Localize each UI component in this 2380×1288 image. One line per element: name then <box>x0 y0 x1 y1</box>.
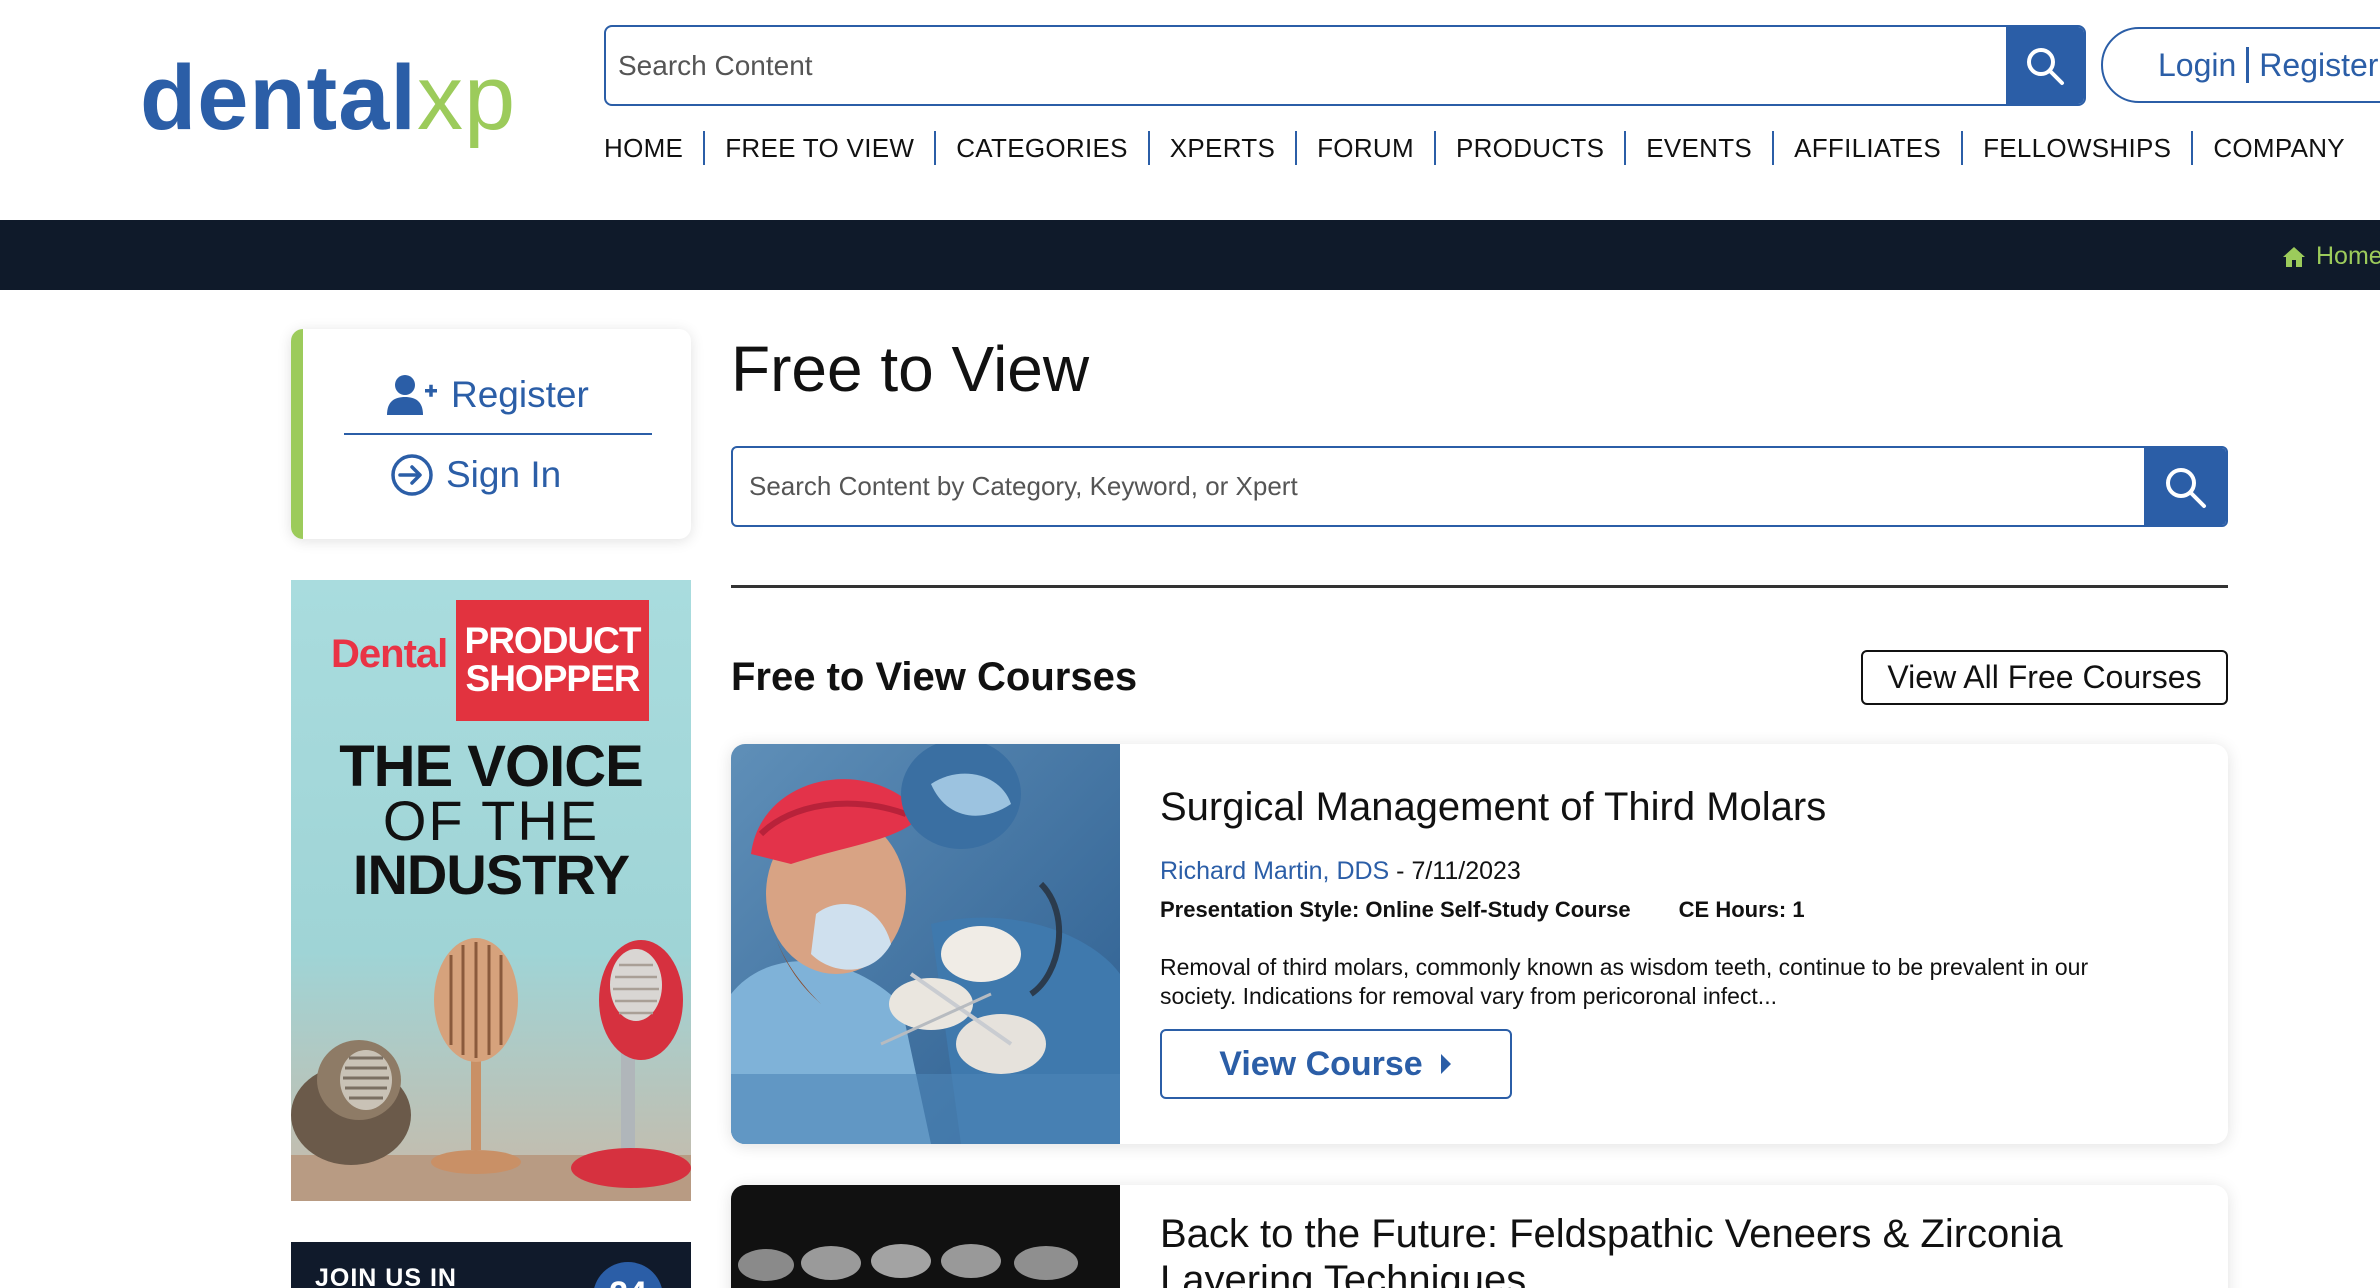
sign-in-label: Sign In <box>446 454 562 495</box>
breadcrumb-home[interactable]: Home <box>2316 242 2380 271</box>
breadcrumb[interactable]: Home <box>2282 242 2380 271</box>
content-search <box>731 446 2228 527</box>
course-title[interactable]: Back to the Future: Feldspathic Veneers … <box>1160 1211 2200 1288</box>
breadcrumb-bar <box>0 220 2380 290</box>
microphones-illustration <box>291 938 691 1201</box>
nav-fellowships[interactable]: FELLOWSHIPS <box>1983 133 2171 164</box>
view-course-button[interactable]: View Course <box>1160 1029 1512 1099</box>
course-date: - 7/11/2023 <box>1389 857 1521 885</box>
course-ce-hours: CE Hours: 1 <box>1678 897 1805 922</box>
caret-right-icon <box>1440 1054 1451 1074</box>
login-register-pill: Login Register <box>2101 27 2380 103</box>
view-all-free-courses-button[interactable]: View All Free Courses <box>1861 650 2228 705</box>
nav-company[interactable]: COMPANY <box>2213 133 2345 164</box>
view-course-label: View Course <box>1219 1044 1423 1083</box>
course-thumbnail[interactable] <box>731 1185 1120 1288</box>
header-search <box>604 25 2086 106</box>
site-logo[interactable]: dentalxp <box>140 52 516 144</box>
nav-categories[interactable]: CATEGORIES <box>956 133 1128 164</box>
surgery-photo <box>731 744 1120 1144</box>
home-icon <box>2283 246 2305 267</box>
course-presentation-style: Presentation Style: Online Self-Study Co… <box>1160 897 1631 922</box>
course-title[interactable]: Surgical Management of Third Molars <box>1160 784 2200 830</box>
search-icon <box>2027 47 2064 85</box>
nav-divider <box>1772 131 1775 165</box>
nav-free-to-view[interactable]: FREE TO VIEW <box>725 133 914 164</box>
course-card: Surgical Management of Third Molars Rich… <box>731 744 2228 1144</box>
header-search-button[interactable] <box>2006 27 2084 104</box>
register-label: Register <box>451 374 589 415</box>
nav-divider <box>1624 131 1627 165</box>
nav-products[interactable]: PRODUCTS <box>1456 133 1604 164</box>
sign-in-button[interactable]: Sign In <box>390 453 561 497</box>
section-divider <box>731 585 2228 588</box>
register-link[interactable]: Register <box>2259 47 2378 84</box>
event-ad[interactable]: JOIN US IN 24 <box>291 1242 691 1288</box>
nav-divider <box>934 131 937 165</box>
course-author-link[interactable]: Richard Martin, DDS <box>1160 857 1389 885</box>
course-author-line: Richard Martin, DDS - 7/11/2023 <box>1160 857 1521 886</box>
nav-events[interactable]: EVENTS <box>1646 133 1752 164</box>
auth-divider <box>344 433 652 435</box>
header-search-input[interactable] <box>606 27 2006 104</box>
section-title: Free to View Courses <box>731 655 1138 699</box>
nav-divider <box>2191 131 2194 165</box>
course-thumbnail[interactable] <box>731 744 1120 1144</box>
product-shopper-ad[interactable]: Dental PRODUCT SHOPPER THE VOICE OF THE … <box>291 580 691 1201</box>
login-divider <box>2246 47 2250 83</box>
course-meta: Presentation Style: Online Self-Study Co… <box>1160 897 1805 923</box>
nav-home[interactable]: HOME <box>604 133 683 164</box>
nav-forum[interactable]: FORUM <box>1317 133 1414 164</box>
logo-text-dental: dental <box>140 47 417 149</box>
veneers-photo <box>731 1185 1120 1288</box>
nav-divider <box>1961 131 1964 165</box>
search-icon <box>2166 467 2206 508</box>
nav-divider <box>1295 131 1298 165</box>
auth-card: Register Sign In <box>291 329 691 539</box>
nav-divider <box>703 131 706 165</box>
register-button[interactable]: Register <box>387 373 589 417</box>
content-search-input[interactable] <box>733 448 2144 525</box>
nav-xperts[interactable]: XPERTS <box>1170 133 1275 164</box>
user-plus-icon <box>387 375 437 415</box>
login-link[interactable]: Login <box>2158 47 2236 84</box>
page-title: Free to View <box>731 333 1090 405</box>
ad2-number-badge: 24 <box>593 1262 663 1288</box>
logo-text-xp: xp <box>416 47 517 149</box>
ad2-text: JOIN US IN <box>315 1264 457 1288</box>
nav-affiliates[interactable]: AFFILIATES <box>1794 133 1941 164</box>
course-description: Removal of third molars, commonly known … <box>1160 954 2089 1009</box>
nav-divider <box>1433 131 1436 165</box>
main-nav: HOME FREE TO VIEW CATEGORIES XPERTS FORU… <box>604 128 2345 168</box>
content-search-button[interactable] <box>2144 448 2226 525</box>
nav-divider <box>1147 131 1150 165</box>
auth-card-accent <box>291 329 303 539</box>
sign-in-icon <box>391 454 433 496</box>
course-card: Back to the Future: Feldspathic Veneers … <box>731 1185 2228 1288</box>
